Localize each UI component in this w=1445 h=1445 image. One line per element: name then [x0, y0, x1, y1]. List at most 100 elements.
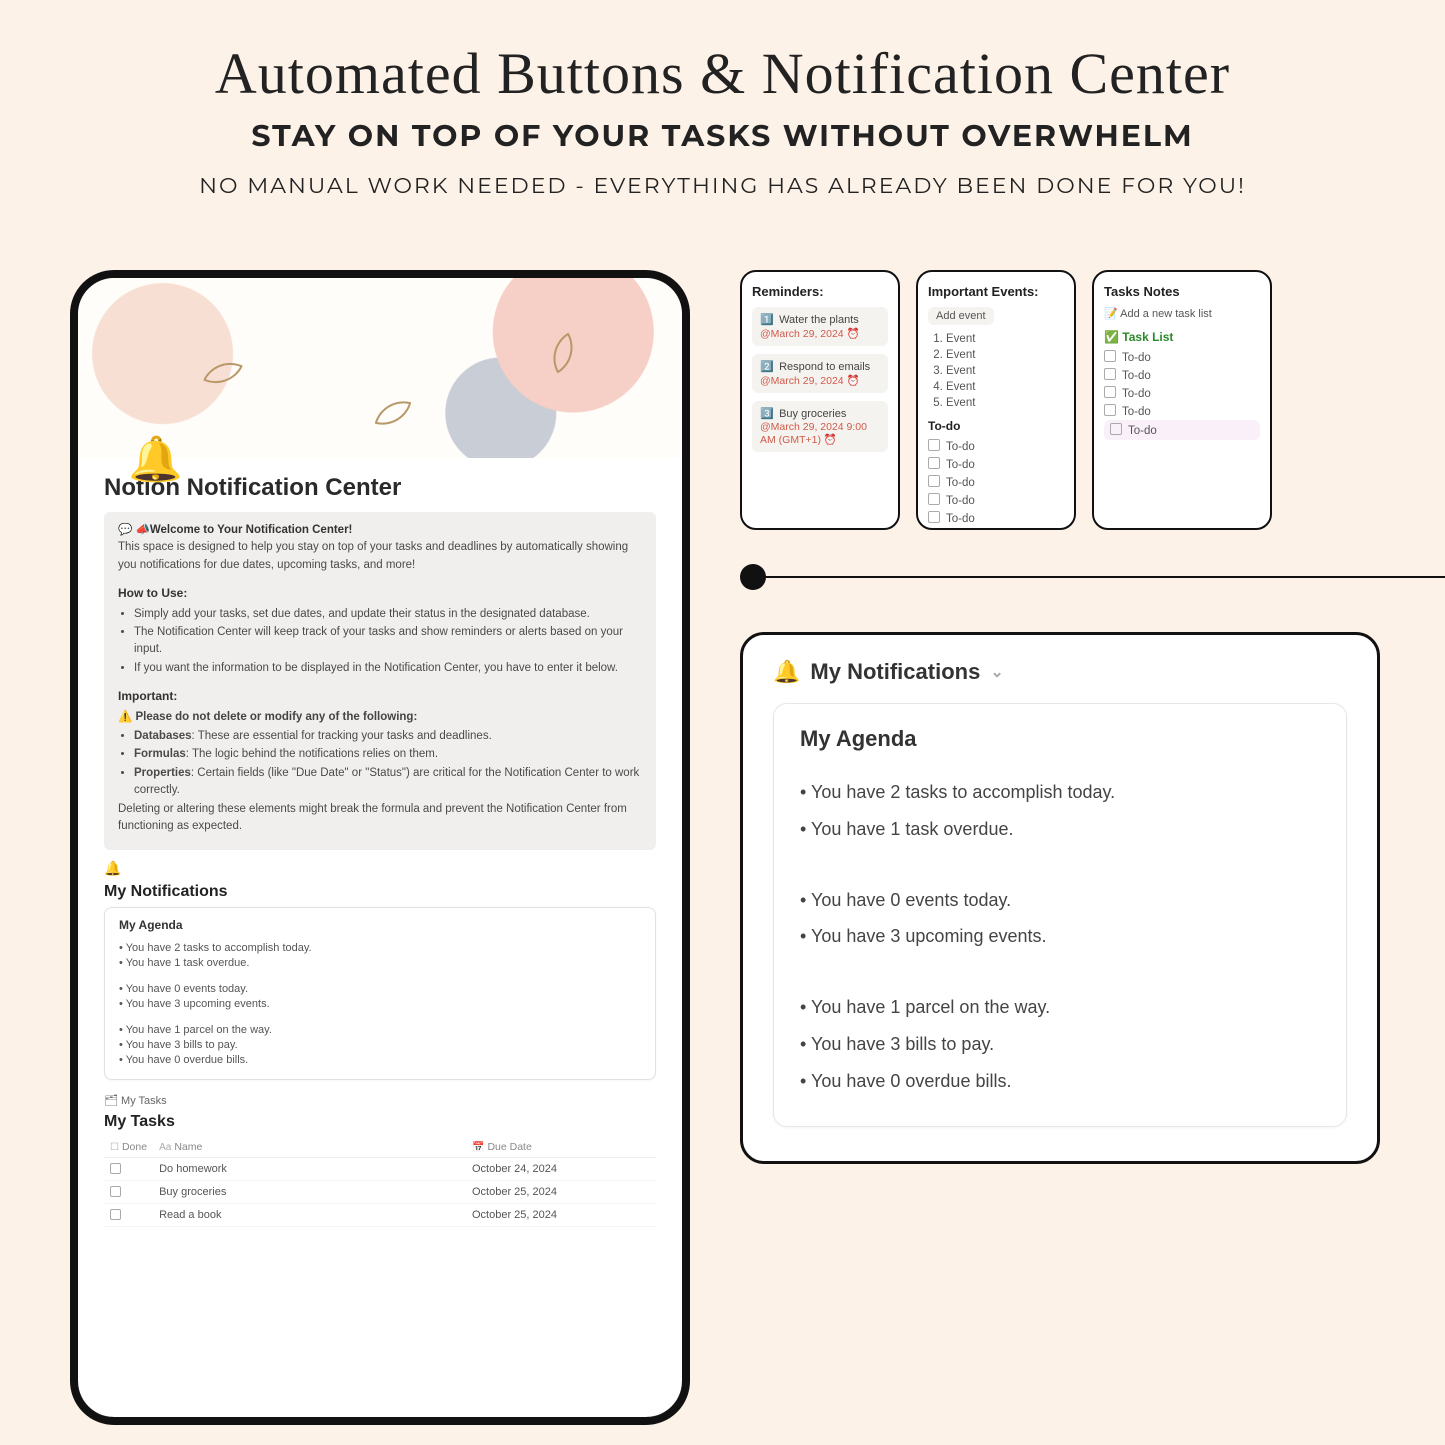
tasks-notes-widget[interactable]: Tasks Notes Add a new task list Task Lis…	[1092, 270, 1272, 530]
chevron-down-icon[interactable]: ⌄	[990, 662, 1003, 682]
my-notifications-header: My Notifications	[810, 659, 980, 685]
col-name: Name	[174, 1141, 202, 1153]
todo-item[interactable]: To-do	[1104, 348, 1260, 366]
events-title: Important Events:	[928, 284, 1064, 299]
reminder-item[interactable]: 1️⃣ Water the plants March 29, 2024	[752, 307, 888, 346]
reminders-title: Reminders:	[752, 284, 888, 299]
warn-line: Please do not delete or modify any of th…	[118, 709, 642, 726]
agenda-line: You have 3 bills to pay.	[800, 1030, 1320, 1059]
page-title: Notion Notification Center	[104, 474, 656, 502]
agenda-heading: My Agenda	[800, 726, 1320, 752]
divider-dot-line	[740, 562, 1445, 592]
table-row[interactable]: Read a bookOctober 25, 2024	[104, 1203, 656, 1226]
agenda-line: You have 2 tasks to accomplish today.	[119, 942, 641, 954]
task-list-heading[interactable]: Task List	[1104, 330, 1260, 344]
agenda-line: You have 0 events today.	[119, 983, 641, 995]
bell-icon: 🔔	[773, 659, 800, 685]
todo-list: To-do To-do To-do To-do To-do	[928, 437, 1064, 527]
howto-item: The Notification Center will keep track …	[134, 624, 642, 659]
todo-item[interactable]: To-do	[928, 455, 1064, 473]
calendar-icon: 📅	[472, 1142, 484, 1153]
howto-heading: How to Use:	[118, 584, 642, 602]
agenda-line: You have 3 upcoming events.	[119, 998, 641, 1010]
reminder-title: Respond to emails	[779, 361, 870, 373]
table-row[interactable]: Buy groceriesOctober 25, 2024	[104, 1180, 656, 1203]
event-item[interactable]: Event	[946, 395, 1064, 411]
agenda-heading: My Agenda	[119, 918, 641, 932]
todo-item[interactable]: To-do	[1104, 402, 1260, 420]
agenda-card[interactable]: My Agenda You have 2 tasks to accomplish…	[104, 907, 656, 1080]
important-item: Formulas: The logic behind the notificat…	[134, 746, 642, 763]
howto-item: Simply add your tasks, set due dates, an…	[134, 606, 642, 623]
number-icon: 1️⃣	[760, 313, 776, 326]
number-icon: 3️⃣	[760, 407, 776, 420]
tablet-frame: 🔔 Notion Notification Center 💬 📣Welcome …	[70, 270, 690, 1425]
event-item[interactable]: Event	[946, 331, 1064, 347]
event-item[interactable]: Event	[946, 347, 1064, 363]
todo-item[interactable]: To-do	[1104, 384, 1260, 402]
add-event-button[interactable]: Add event	[928, 307, 994, 325]
events-widget[interactable]: Important Events: Add event Event Event …	[916, 270, 1076, 530]
task-checkbox[interactable]	[110, 1186, 121, 1197]
tasks-table[interactable]: ☐Done AaName 📅Due Date Do homeworkOctobe…	[104, 1137, 656, 1227]
cover-banner: 🔔	[78, 278, 682, 458]
my-notifications-card[interactable]: 🔔 My Notifications ⌄ My Agenda You have …	[740, 632, 1380, 1164]
reminder-date: March 29, 2024	[760, 374, 880, 387]
reminder-date: March 29, 2024	[760, 327, 880, 340]
todo-item[interactable]: To-do	[928, 491, 1064, 509]
todo-item[interactable]: To-do	[1104, 366, 1260, 384]
agenda-line: You have 0 overdue bills.	[119, 1054, 641, 1066]
todo-heading: To-do	[928, 419, 1064, 433]
reminder-title: Water the plants	[779, 314, 859, 326]
agenda-line: You have 1 parcel on the way.	[800, 993, 1320, 1022]
howto-list: Simply add your tasks, set due dates, an…	[134, 606, 642, 677]
table-row[interactable]: Do homeworkOctober 24, 2024	[104, 1157, 656, 1180]
event-item[interactable]: Event	[946, 363, 1064, 379]
reminder-item[interactable]: 3️⃣ Buy groceries March 29, 2024 9:00 AM…	[752, 401, 888, 452]
agenda-line: You have 0 events today.	[800, 886, 1320, 915]
add-task-list-link[interactable]: Add a new task list	[1104, 307, 1260, 320]
event-item[interactable]: Event	[946, 379, 1064, 395]
welcome-heading: 💬 📣Welcome to Your Notification Center!	[118, 522, 642, 539]
hero-headline: STAY ON TOP OF YOUR TASKS WITHOUT OVERWH…	[40, 117, 1405, 154]
events-list: Event Event Event Event Event	[928, 331, 1064, 411]
welcome-body: This space is designed to help you stay …	[118, 539, 642, 574]
text-icon: Aa	[159, 1142, 171, 1153]
notes-todo-list: To-do To-do To-do To-do To-do	[1104, 348, 1260, 440]
task-checkbox[interactable]	[110, 1209, 121, 1220]
reminders-widget[interactable]: Reminders: 1️⃣ Water the plants March 29…	[740, 270, 900, 530]
important-footer: Deleting or altering these elements migh…	[118, 801, 642, 836]
agenda-line: You have 3 upcoming events.	[800, 922, 1320, 951]
hero-subhead: NO MANUAL WORK NEEDED - EVERYTHING HAS A…	[40, 172, 1405, 199]
welcome-callout: 💬 📣Welcome to Your Notification Center! …	[104, 512, 656, 850]
col-due: Due Date	[487, 1141, 531, 1153]
important-list: Databases: These are essential for track…	[134, 728, 642, 799]
reminder-title: Buy groceries	[779, 408, 846, 420]
my-notifications-heading: My Notifications	[104, 883, 656, 901]
hero-script-title: Automated Buttons & Notification Center	[40, 40, 1405, 107]
todo-item[interactable]: To-do	[928, 509, 1064, 527]
task-checkbox[interactable]	[110, 1163, 121, 1174]
my-tasks-heading: My Tasks	[104, 1113, 656, 1131]
important-heading: Important:	[118, 687, 642, 705]
todo-item[interactable]: To-do	[1104, 420, 1260, 440]
todo-item[interactable]: To-do	[928, 437, 1064, 455]
reminder-item[interactable]: 2️⃣ Respond to emails March 29, 2024	[752, 354, 888, 393]
agenda-line: You have 0 overdue bills.	[800, 1067, 1320, 1096]
bell-icon: 🔔	[104, 860, 656, 877]
checkbox-icon: ☐	[110, 1142, 119, 1153]
number-icon: 2️⃣	[760, 360, 776, 373]
bell-icon: 🔔	[128, 433, 183, 485]
tasks-db-label[interactable]: My Tasks	[104, 1094, 656, 1107]
agenda-line: You have 2 tasks to accomplish today.	[800, 778, 1320, 807]
agenda-line: You have 1 task overdue.	[119, 957, 641, 969]
agenda-line: You have 1 parcel on the way.	[119, 1024, 641, 1036]
col-done: Done	[122, 1141, 147, 1153]
important-item: Databases: These are essential for track…	[134, 728, 642, 745]
agenda-line: You have 3 bills to pay.	[119, 1039, 641, 1051]
notes-title: Tasks Notes	[1104, 284, 1260, 299]
important-item: Properties: Certain fields (like "Due Da…	[134, 765, 642, 800]
howto-item: If you want the information to be displa…	[134, 660, 642, 677]
todo-item[interactable]: To-do	[928, 473, 1064, 491]
reminder-date: March 29, 2024 9:00 AM (GMT+1)	[760, 421, 880, 446]
